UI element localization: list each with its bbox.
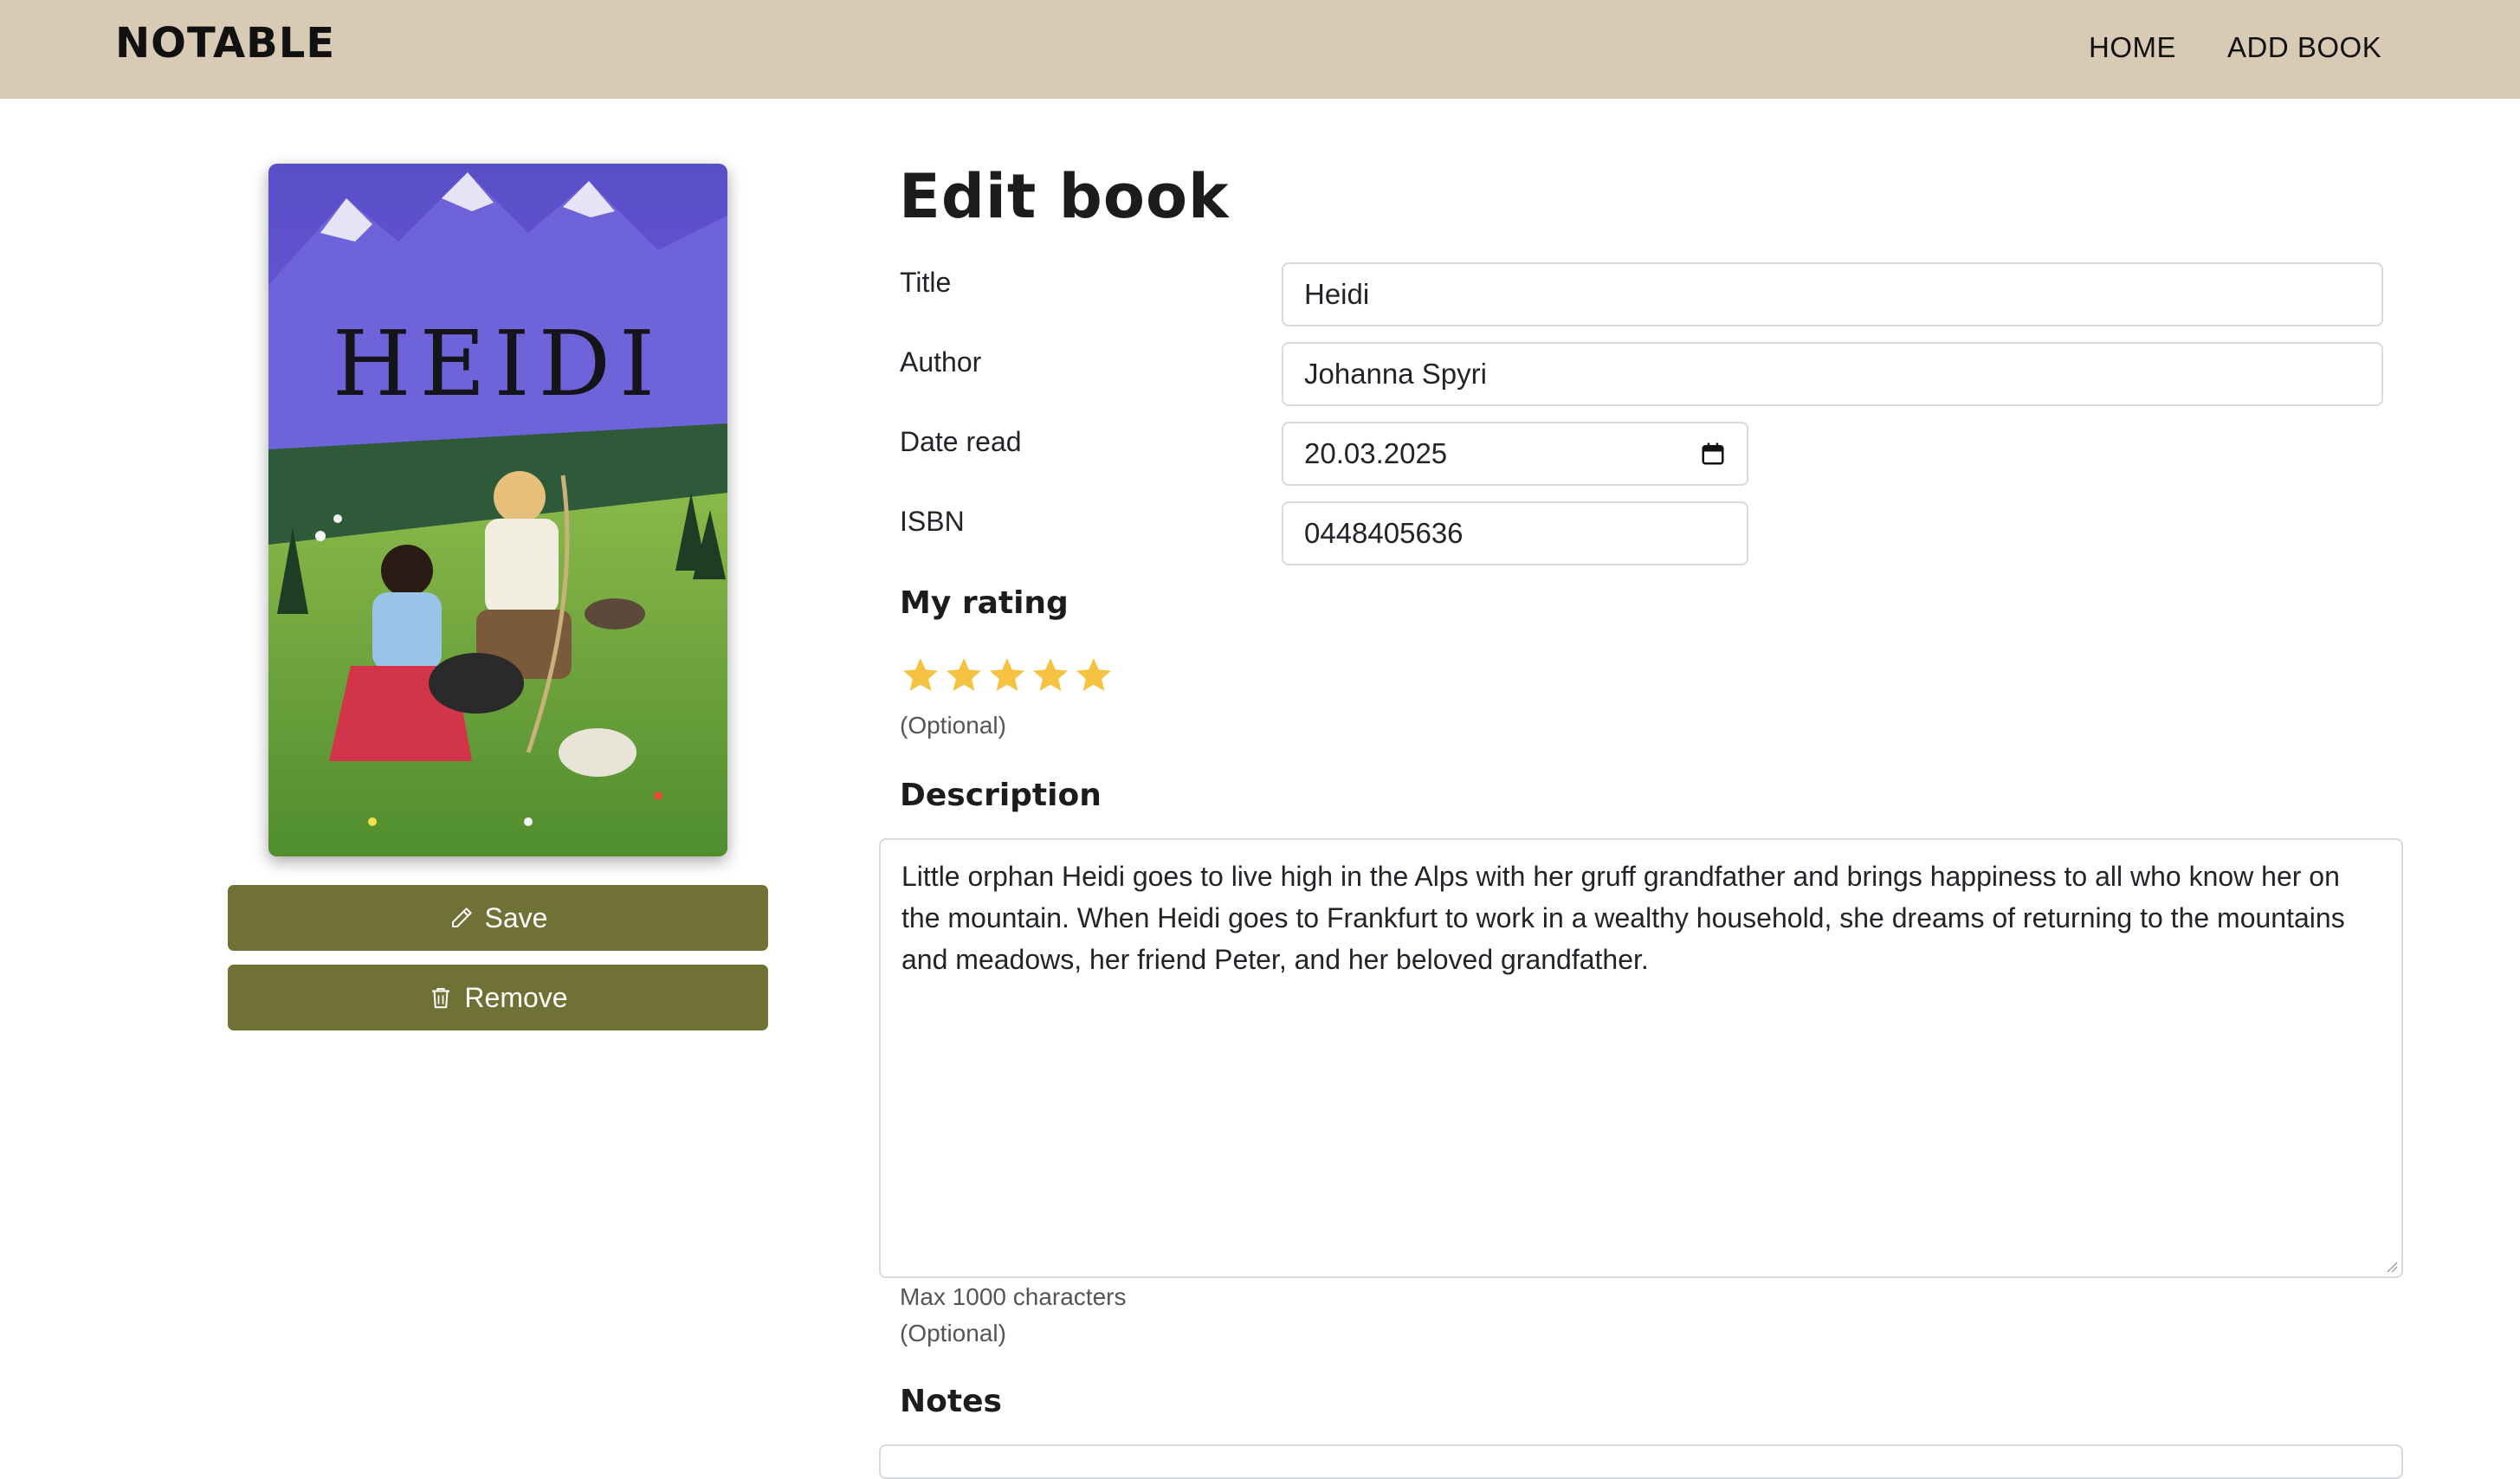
author-input-value: Johanna Spyri [1304,358,1487,390]
remove-button-label: Remove [464,981,568,1013]
description-textarea[interactable]: Little orphan Heidi goes to live high in… [879,838,2403,1278]
star-icon[interactable] [1073,655,1115,696]
star-rating[interactable] [900,655,1115,696]
page-title: Edit book [899,161,1230,232]
star-icon[interactable] [1030,655,1071,696]
trash-icon [432,988,450,1009]
title-input-value: Heidi [1304,278,1370,310]
title-input[interactable]: Heidi [1282,262,2383,326]
star-icon[interactable] [900,655,941,696]
description-optional-hint: (Optional) [900,1320,1006,1347]
star-icon[interactable] [943,655,985,696]
description-max-hint: Max 1000 characters [900,1283,1127,1310]
date-read-value: 20.03.2025 [1304,437,1448,469]
pencil-icon [451,907,472,927]
isbn-label: ISBN [900,506,965,537]
navbar: NOTABLE HOME ADD BOOK [0,0,2520,99]
date-read-input[interactable]: 20.03.2025 [1282,422,1748,486]
calendar-icon[interactable] [1700,441,1726,467]
remove-button[interactable]: Remove [228,965,768,1030]
date-read-label: Date read [900,426,1022,457]
book-cover-image: HEIDI [268,164,727,856]
isbn-input[interactable]: 0448405636 [1282,501,1748,565]
rating-heading: My rating [900,585,1069,621]
author-input[interactable]: Johanna Spyri [1282,342,2383,406]
title-label: Title [900,267,952,298]
notes-heading: Notes [900,1384,1002,1419]
rating-optional-hint: (Optional) [900,712,1006,739]
save-button[interactable]: Save [228,885,768,951]
description-heading: Description [900,778,1102,813]
description-text: Little orphan Heidi goes to live high in… [901,861,2345,975]
save-button-label: Save [484,901,548,933]
nav-link-home[interactable]: HOME [2089,31,2176,64]
nav-link-add-book[interactable]: ADD BOOK [2227,31,2381,64]
resize-handle-icon[interactable] [2386,1261,2398,1273]
author-label: Author [900,346,982,378]
brand-logo[interactable]: NOTABLE [115,19,335,68]
notes-textarea[interactable] [879,1444,2403,1479]
isbn-input-value: 0448405636 [1304,517,1464,549]
star-icon[interactable] [986,655,1028,696]
cover-title-text: HEIDI [332,311,664,417]
